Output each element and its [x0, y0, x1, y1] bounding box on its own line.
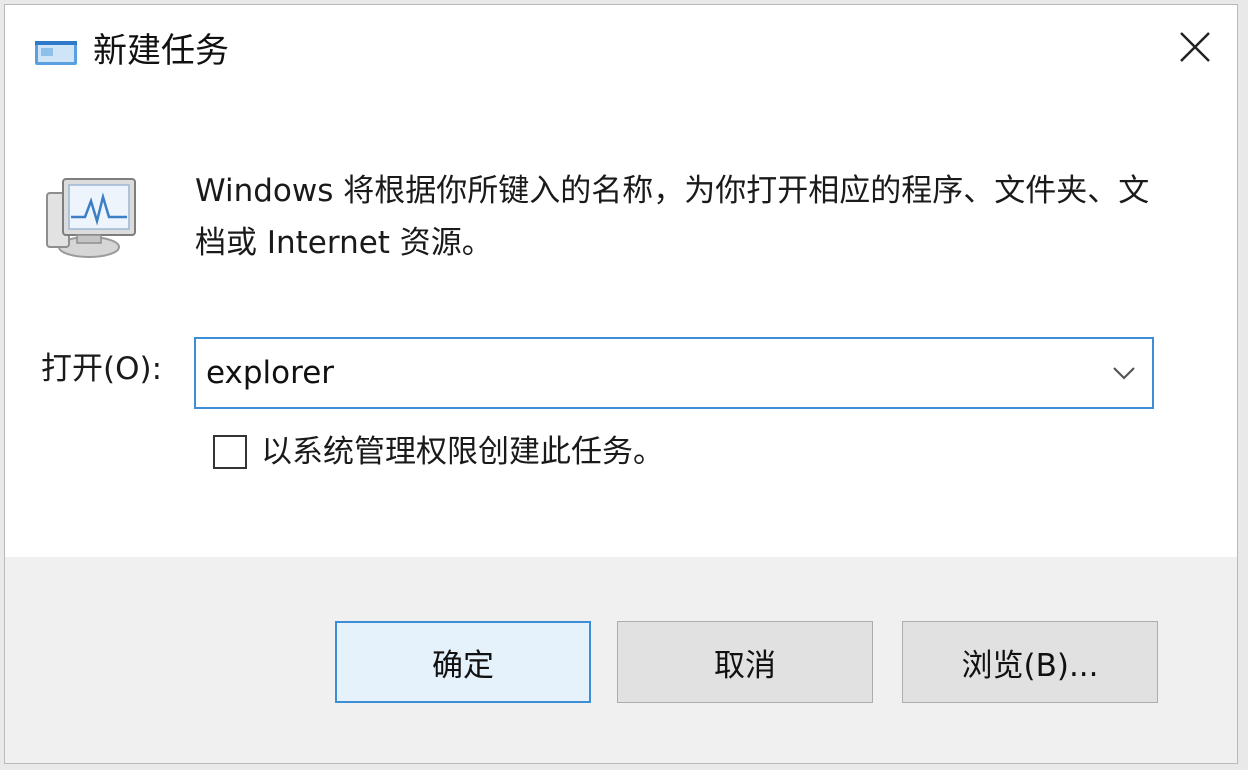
admin-checkbox[interactable] [213, 435, 247, 469]
cancel-button[interactable]: 取消 [617, 621, 873, 703]
open-input[interactable] [206, 339, 1086, 407]
button-bar: 确定 取消 浏览(B)... [5, 557, 1237, 763]
run-monitor-icon [41, 175, 141, 265]
description-text: Windows 将根据你所键入的名称，为你打开相应的程序、文件夹、文档或 Int… [195, 173, 1150, 261]
create-task-dialog: 新建任务 Windows 将根据你所键入的名称，为你打开相应的程序、文件夹、文档… [4, 4, 1238, 764]
dialog-title: 新建任务 [93, 31, 229, 71]
dialog-content: Windows 将根据你所键入的名称，为你打开相应的程序、文件夹、文档或 Int… [5, 93, 1237, 557]
ok-button[interactable]: 确定 [335, 621, 591, 703]
title-bar: 新建任务 [5, 5, 1237, 93]
close-button[interactable] [1163, 19, 1227, 79]
open-label: 打开(O): [41, 351, 163, 387]
admin-option: 以系统管理权限创建此任务。 [213, 429, 664, 475]
close-icon [1178, 30, 1212, 68]
task-window-icon [33, 35, 79, 69]
admin-checkbox-label[interactable]: 以系统管理权限创建此任务。 [261, 432, 664, 472]
open-combobox[interactable] [194, 337, 1154, 409]
chevron-down-icon[interactable] [1106, 355, 1142, 391]
browse-button[interactable]: 浏览(B)... [902, 621, 1158, 703]
